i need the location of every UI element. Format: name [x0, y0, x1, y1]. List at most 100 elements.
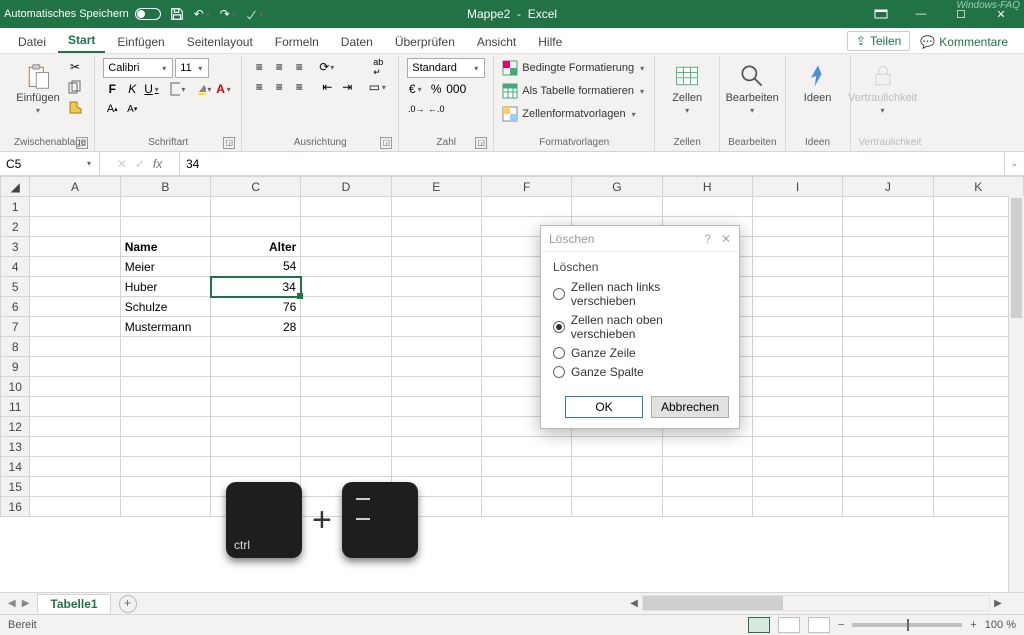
wrap-text-icon[interactable]: ab↵: [366, 58, 390, 76]
sheet-tab[interactable]: Tabelle1: [37, 594, 110, 613]
name-box[interactable]: C5▾: [0, 152, 100, 175]
font-size-select[interactable]: 11▾: [175, 58, 209, 78]
font-name-select[interactable]: Calibri▾: [103, 58, 173, 78]
row-header[interactable]: 4: [1, 257, 30, 277]
align-left-icon[interactable]: ≡: [250, 78, 268, 96]
thousands-icon[interactable]: 000: [447, 80, 465, 98]
comments-button[interactable]: 💬Kommentare: [912, 33, 1016, 51]
decrease-decimal-icon[interactable]: ←.0: [427, 100, 445, 118]
increase-font-icon[interactable]: A▴: [103, 100, 121, 118]
col-header[interactable]: A: [30, 177, 120, 197]
row-header[interactable]: 10: [1, 377, 30, 397]
enter-formula-icon[interactable]: ✓: [135, 157, 145, 171]
increase-indent-icon[interactable]: ⇥: [338, 78, 356, 96]
fill-color-button[interactable]: ▾: [195, 80, 213, 98]
cut-icon[interactable]: ✂: [66, 58, 84, 76]
tab-daten[interactable]: Daten: [331, 31, 383, 53]
formula-input[interactable]: 34: [180, 152, 1004, 175]
row-header[interactable]: 3: [1, 237, 30, 257]
row-header[interactable]: 8: [1, 337, 30, 357]
tab-ueberpruefen[interactable]: Überprüfen: [385, 31, 465, 53]
row-header[interactable]: 12: [1, 417, 30, 437]
launcher-icon[interactable]: ◲: [223, 137, 235, 149]
col-header[interactable]: J: [843, 177, 933, 197]
col-header[interactable]: E: [391, 177, 481, 197]
percent-icon[interactable]: %: [427, 80, 445, 98]
vertical-scrollbar[interactable]: [1008, 196, 1024, 592]
underline-button[interactable]: U▾: [143, 80, 161, 98]
border-button[interactable]: ▾: [169, 80, 187, 98]
cell[interactable]: Mustermann: [120, 317, 210, 337]
ideas-button[interactable]: Ideen: [794, 58, 842, 104]
col-header[interactable]: G: [572, 177, 662, 197]
add-sheet-button[interactable]: +: [119, 595, 137, 613]
cell[interactable]: 28: [211, 317, 301, 337]
cell[interactable]: Schulze: [120, 297, 210, 317]
option-shift-up[interactable]: Zellen nach oben verschieben: [553, 313, 727, 341]
cell-styles-button[interactable]: Zellenformatvorlagen▾: [502, 104, 646, 124]
col-header[interactable]: F: [481, 177, 571, 197]
currency-icon[interactable]: €▾: [407, 80, 425, 98]
redo-icon[interactable]: ↷▾: [219, 4, 239, 24]
launcher-icon[interactable]: ◲: [380, 137, 392, 149]
row-header[interactable]: 6: [1, 297, 30, 317]
fx-icon[interactable]: fx: [153, 157, 162, 171]
editing-button[interactable]: Bearbeiten▾: [728, 58, 776, 115]
conditional-formatting-button[interactable]: Bedingte Formatierung▾: [502, 58, 646, 78]
close-dialog-icon[interactable]: ✕: [721, 232, 731, 246]
format-as-table-button[interactable]: Als Tabelle formatieren▾: [502, 81, 646, 101]
tab-hilfe[interactable]: Hilfe: [528, 31, 572, 53]
help-icon[interactable]: ?: [704, 232, 711, 246]
expand-formula-icon[interactable]: ⌄: [1004, 152, 1024, 175]
horizontal-scrollbar[interactable]: ◀ ▶: [626, 595, 1006, 611]
row-header[interactable]: 7: [1, 317, 30, 337]
cell[interactable]: Alter: [211, 237, 301, 257]
launcher-icon[interactable]: ◲: [76, 137, 88, 149]
cell[interactable]: Huber: [120, 277, 210, 297]
option-entire-column[interactable]: Ganze Spalte: [553, 365, 727, 379]
option-entire-row[interactable]: Ganze Zeile: [553, 346, 727, 360]
worksheet-grid[interactable]: ◢ A B C D E F G H I J K 1 2 3NameAlter 4…: [0, 176, 1024, 592]
minimize-icon[interactable]: —: [902, 0, 940, 28]
tab-seitenlayout[interactable]: Seitenlayout: [177, 31, 263, 53]
paste-button[interactable]: Einfügen▾: [14, 58, 62, 115]
row-header[interactable]: 2: [1, 217, 30, 237]
cancel-formula-icon[interactable]: ✕: [117, 157, 127, 171]
col-header[interactable]: C: [211, 177, 301, 197]
orientation-icon[interactable]: ⟳▾: [318, 58, 336, 76]
increase-decimal-icon[interactable]: .0→: [407, 100, 425, 118]
align-middle-icon[interactable]: ≡: [270, 58, 288, 76]
share-button[interactable]: ⇪Teilen: [847, 31, 910, 51]
scroll-right-icon[interactable]: ▶: [990, 598, 1006, 609]
zoom-level[interactable]: 100 %: [985, 619, 1016, 631]
tab-datei[interactable]: Datei: [8, 31, 56, 53]
align-top-icon[interactable]: ≡: [250, 58, 268, 76]
tab-start[interactable]: Start: [58, 29, 105, 53]
touch-mode-icon[interactable]: ▾: [245, 4, 265, 24]
format-painter-icon[interactable]: [66, 98, 84, 116]
tab-formeln[interactable]: Formeln: [265, 31, 329, 53]
cell[interactable]: 54: [211, 257, 301, 277]
decrease-font-icon[interactable]: A▾: [123, 100, 141, 118]
cells-button[interactable]: Zellen▾: [663, 58, 711, 115]
number-format-select[interactable]: Standard▾: [407, 58, 485, 78]
tab-einfuegen[interactable]: Einfügen: [107, 31, 174, 53]
col-header[interactable]: D: [301, 177, 391, 197]
cell[interactable]: Name: [120, 237, 210, 257]
row-header[interactable]: 1: [1, 197, 30, 217]
cell[interactable]: Meier: [120, 257, 210, 277]
row-header[interactable]: 15: [1, 477, 30, 497]
align-center-icon[interactable]: ≡: [270, 78, 288, 96]
dialog-titlebar[interactable]: Löschen ?✕: [541, 226, 739, 252]
sheet-nav-prev-icon[interactable]: ◀: [8, 598, 16, 609]
view-page-layout-icon[interactable]: [778, 617, 800, 633]
autosave-toggle[interactable]: Automatisches Speichern: [4, 8, 161, 20]
save-icon[interactable]: [167, 4, 187, 24]
zoom-slider[interactable]: [852, 623, 962, 627]
cancel-button[interactable]: Abbrechen: [651, 396, 729, 418]
italic-button[interactable]: K: [123, 80, 141, 98]
merge-cells-icon[interactable]: ▭▾: [366, 78, 390, 96]
row-header[interactable]: 16: [1, 497, 30, 517]
decrease-indent-icon[interactable]: ⇤: [318, 78, 336, 96]
launcher-icon[interactable]: ◲: [475, 137, 487, 149]
